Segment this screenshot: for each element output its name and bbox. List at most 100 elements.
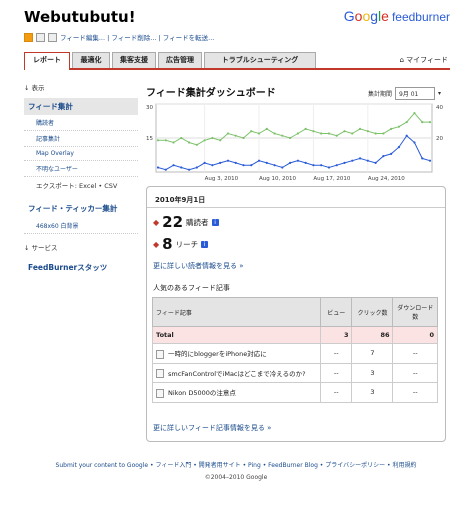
feed-icon[interactable] <box>36 32 45 42</box>
col-downloads[interactable]: ダウンロード数 <box>392 297 438 327</box>
chart-point <box>211 136 214 140</box>
chart-point <box>335 134 338 137</box>
info-icon[interactable]: i <box>211 218 219 226</box>
chart-point <box>180 166 183 169</box>
chart-point <box>366 159 369 162</box>
chart-point <box>413 112 416 115</box>
col-feed-item[interactable]: フィード記事 <box>152 297 321 327</box>
bullet-icon: ◆ <box>153 239 160 249</box>
chart-point <box>312 164 315 167</box>
chart-point <box>335 164 338 167</box>
chart-point <box>304 127 307 130</box>
popular-items-title: 人気のあるフィード記事 <box>153 284 230 292</box>
sidebar-item-ticker-stats[interactable]: フィード・ティッカー集計 <box>24 199 138 218</box>
sidebar-item-item-stats[interactable]: 記事集計 <box>24 131 138 147</box>
sidebar-item-map-overlay[interactable]: Map Overlay <box>24 147 138 161</box>
chart-x-tick-label: Aug 24, 2010 <box>368 176 405 182</box>
col-clicks[interactable]: クリック数 <box>351 297 394 327</box>
downloads-cell: -- <box>392 362 438 383</box>
dashboard-title: フィード集計ダッシュボード <box>146 88 276 99</box>
chart-point <box>219 139 222 142</box>
total-label: Total <box>152 326 321 344</box>
chart-point <box>156 139 160 142</box>
chart-point <box>351 159 354 162</box>
stats-panel: 2010年9月1日 ◆ 22 購読者 i ◆ 8 リーチ i 更に詳しい読者情報… <box>146 186 446 442</box>
chart-point <box>273 164 276 167</box>
chart-point <box>172 141 175 144</box>
main-tabs: レポート 最適化 集客支援 広告管理 トラブルシューティング ⌂ マイフィード <box>24 52 450 70</box>
sidebar-item-subscribers[interactable]: 購読者 <box>24 115 138 131</box>
chart-point <box>304 161 307 164</box>
chart-point <box>257 132 261 135</box>
sidebar-export[interactable]: エクスポート: Excel • CSV <box>24 177 138 193</box>
chart-point <box>203 161 206 164</box>
tab-publicize[interactable]: 集客支援 <box>112 52 156 68</box>
sidebar-item-ticker-size[interactable]: 468x60 白背景 <box>24 218 138 234</box>
chart-point <box>366 130 369 133</box>
sidebar: ↓ 表示 フィード集計 購読者 記事集計 Map Overlay 不明なユーザー… <box>24 82 138 277</box>
footer: Submit your content to Google • フィード入門 •… <box>0 460 472 481</box>
chart-point <box>327 166 331 169</box>
rss-icon[interactable] <box>24 32 33 42</box>
tab-troubleshooting[interactable]: トラブルシューティング <box>204 52 316 68</box>
chart-point <box>195 143 198 146</box>
total-views: 3 <box>319 326 353 344</box>
feed-item-cell[interactable]: smcFanControlでiMacはどこまで冷えるのか? <box>152 362 321 383</box>
chart-point <box>374 161 377 164</box>
panel-date: 2010年9月1日 <box>155 196 206 204</box>
subscribers-count: 22 <box>162 213 184 231</box>
total-downloads: 0 <box>392 326 438 344</box>
views-cell: -- <box>319 362 353 383</box>
footer-links[interactable]: Submit your content to Google • フィード入門 •… <box>0 460 472 469</box>
chart-point <box>257 159 261 162</box>
chart-point <box>428 121 432 124</box>
table-row: Nikon D5000の注意点 -- 3 -- <box>152 382 438 403</box>
period-selector: 集計期間 9月 01 ▾ <box>368 87 441 100</box>
chart-y-tick-label-left: 15 <box>146 136 153 142</box>
tab-monetize[interactable]: 広告管理 <box>158 52 202 68</box>
col-views[interactable]: ビュー <box>319 297 353 327</box>
period-label: 集計期間 <box>368 91 393 98</box>
info-icon[interactable]: i <box>201 240 209 248</box>
document-icon <box>156 388 164 398</box>
my-feeds-link[interactable]: ⌂ マイフィード <box>399 55 448 65</box>
chart-point <box>187 168 191 171</box>
chart-point <box>164 168 167 171</box>
sidebar-item-feedburner-stats[interactable]: FeedBurnerスタッツ <box>24 258 138 277</box>
views-cell: -- <box>319 382 353 403</box>
chart-point <box>320 132 323 135</box>
chart-point <box>289 136 292 140</box>
google-feedburner-logo: Google feedburner <box>343 8 450 24</box>
chart-point <box>374 132 377 135</box>
sidebar-item-feed-stats[interactable]: フィード集計 <box>24 98 138 115</box>
chart-point <box>219 161 222 164</box>
chart-point <box>281 166 284 169</box>
tab-optimize[interactable]: 最適化 <box>72 52 110 68</box>
chart-point <box>187 141 191 144</box>
stats-chart: Aug 3, 2010 Aug 10, 2010 Aug 17, 2010 Aug 2… <box>146 103 443 182</box>
sidebar-section-display: ↓ 表示 <box>24 84 45 92</box>
document-icon <box>156 349 164 359</box>
chart-point <box>289 161 292 164</box>
popular-items-table: フィード記事 ビュー クリック数 ダウンロード数 Total 3 86 0 一時… <box>152 297 438 403</box>
more-items-link[interactable]: 更に詳しいフィード記事情報を見る » <box>153 423 271 433</box>
chart-point <box>343 130 346 133</box>
feed-item-cell[interactable]: 一時的にbloggerをiPhone対応に <box>152 343 321 364</box>
sidebar-item-uncommon-uses[interactable]: 不明なユーザー <box>24 161 138 177</box>
chart-point <box>211 164 214 167</box>
chart-point <box>234 134 237 137</box>
chart-point <box>180 136 183 140</box>
settings-icon[interactable] <box>48 32 57 42</box>
sidebar-section-services: ↓ サービス <box>24 244 58 252</box>
chart-point <box>195 166 198 169</box>
chart-point <box>156 166 160 169</box>
feed-item-cell[interactable]: Nikon D5000の注意点 <box>152 382 321 403</box>
chart-x-tick-label: Aug 10, 2010 <box>259 176 296 182</box>
chevron-down-icon[interactable]: ▾ <box>438 90 441 97</box>
period-select[interactable]: 9月 01 <box>395 87 436 100</box>
chart-point <box>250 130 253 133</box>
chart-point <box>358 157 362 160</box>
feed-actions-links[interactable]: フィード編集... | フィード削除... | フィードを転送... <box>60 32 214 42</box>
tab-reports[interactable]: レポート <box>24 52 70 70</box>
more-subscribers-link[interactable]: 更に詳しい読者情報を見る » <box>153 261 244 271</box>
